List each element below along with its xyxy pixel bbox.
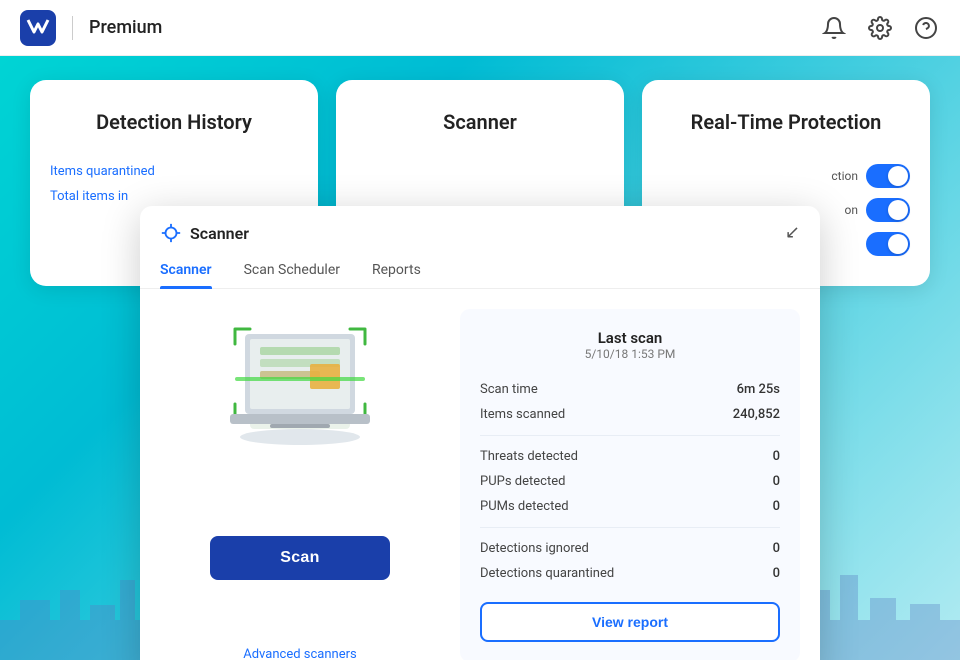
stat-label-scan-time: Scan time	[480, 382, 538, 397]
stat-value-items-scanned: 240,852	[733, 407, 780, 422]
stat-label-items-scanned: Items scanned	[480, 407, 565, 422]
stat-value-scan-time: 6m 25s	[737, 382, 780, 397]
modal-title: Scanner	[190, 224, 249, 243]
stat-label-quarantined: Detections quarantined	[480, 566, 614, 581]
help-circle-icon[interactable]	[912, 14, 940, 42]
stat-value-ignored: 0	[773, 541, 780, 556]
stat-label-pups: PUPs detected	[480, 474, 565, 489]
stat-items-scanned: Items scanned 240,852	[480, 402, 780, 427]
stat-divider-1	[480, 435, 780, 436]
stat-scan-time: Scan time 6m 25s	[480, 377, 780, 402]
stat-value-threats: 0	[773, 449, 780, 464]
stat-value-pups: 0	[773, 474, 780, 489]
stat-divider-2	[480, 527, 780, 528]
last-scan-title: Last scan	[480, 329, 780, 347]
scan-button[interactable]: Scan	[210, 536, 390, 580]
laptop-scan-illustration	[190, 309, 410, 469]
modal-overlay: Scanner ↙ Scanner Scan Scheduler Reports	[0, 56, 960, 660]
modal-tabs: Scanner Scan Scheduler Reports	[140, 254, 820, 289]
view-report-button[interactable]: View report	[480, 602, 780, 642]
modal-body: Scan Advanced scanners Last scan 5/10/18…	[140, 289, 820, 660]
header-left: Premium	[20, 10, 162, 46]
scanner-modal: Scanner ↙ Scanner Scan Scheduler Reports	[140, 206, 820, 660]
notification-bell-icon[interactable]	[820, 14, 848, 42]
app-title: Premium	[89, 17, 162, 38]
stat-label-ignored: Detections ignored	[480, 541, 589, 556]
tab-scanner[interactable]: Scanner	[160, 254, 228, 288]
modal-header: Scanner ↙	[140, 206, 820, 244]
scanner-stats-panel: Last scan 5/10/18 1:53 PM Scan time 6m 2…	[460, 309, 800, 660]
stat-threats-detected: Threats detected 0	[480, 444, 780, 469]
stat-pups-detected: PUPs detected 0	[480, 469, 780, 494]
tab-scan-scheduler[interactable]: Scan Scheduler	[228, 254, 356, 288]
stat-value-quarantined: 0	[773, 566, 780, 581]
modal-header-left: Scanner	[160, 222, 249, 244]
stat-label-threats: Threats detected	[480, 449, 578, 464]
stat-value-pums: 0	[773, 499, 780, 514]
stat-pums-detected: PUMs detected 0	[480, 494, 780, 519]
scanner-crosshair-icon	[160, 222, 182, 244]
app-background: Detection History Items quarantined Tota…	[0, 56, 960, 660]
scanner-left-panel: Scan Advanced scanners	[160, 309, 440, 660]
app-header: Premium	[0, 0, 960, 56]
logo-icon	[20, 10, 56, 46]
advanced-scanners-link[interactable]: Advanced scanners	[243, 647, 356, 660]
tab-reports[interactable]: Reports	[356, 254, 437, 288]
modal-collapse-icon[interactable]: ↙	[785, 224, 800, 242]
last-scan-date: 5/10/18 1:53 PM	[480, 347, 780, 361]
stat-detections-quarantined: Detections quarantined 0	[480, 561, 780, 586]
stat-label-pums: PUMs detected	[480, 499, 569, 514]
stat-detections-ignored: Detections ignored 0	[480, 536, 780, 561]
header-divider	[72, 16, 73, 40]
settings-gear-icon[interactable]	[866, 14, 894, 42]
header-icons	[820, 14, 940, 42]
